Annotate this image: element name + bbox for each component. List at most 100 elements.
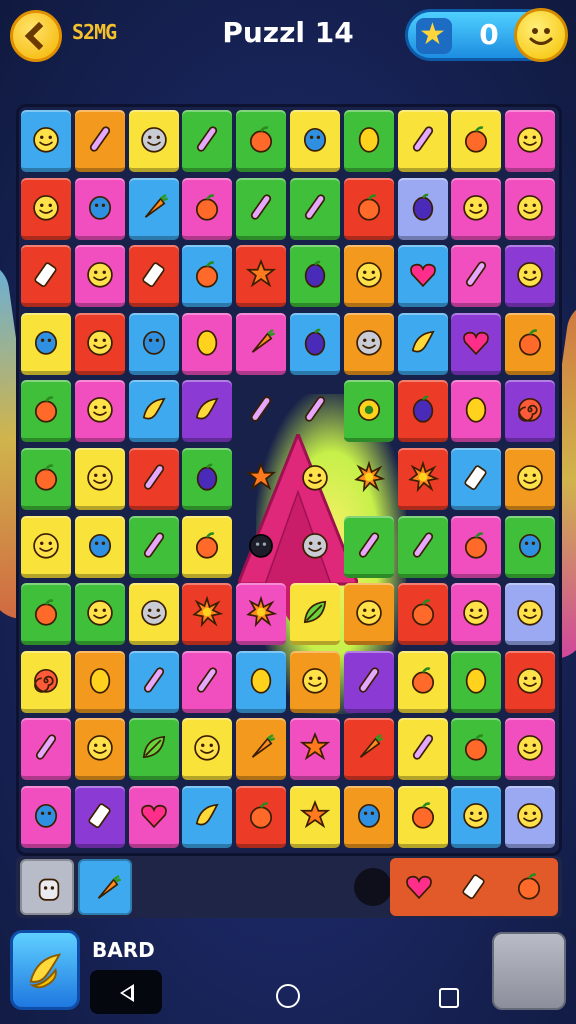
game-tile[interactable] <box>128 110 179 172</box>
game-tile[interactable] <box>74 177 125 240</box>
game-tile[interactable] <box>74 786 125 848</box>
game-tile[interactable] <box>451 380 502 443</box>
game-tile[interactable] <box>397 583 448 646</box>
nav-home-button[interactable] <box>276 984 300 1008</box>
game-tile[interactable] <box>451 786 502 848</box>
game-tile[interactable] <box>343 177 394 240</box>
game-tile[interactable] <box>74 312 125 375</box>
game-tile[interactable] <box>236 786 287 848</box>
game-tile[interactable] <box>21 718 71 781</box>
game-tile[interactable] <box>182 380 233 443</box>
game-tile[interactable] <box>74 380 125 443</box>
game-tile[interactable] <box>343 312 394 375</box>
game-tile[interactable] <box>505 380 556 443</box>
game-tile[interactable] <box>397 245 448 308</box>
game-tile[interactable] <box>451 448 502 510</box>
game-tile[interactable] <box>128 177 179 240</box>
game-tile[interactable] <box>21 312 71 375</box>
game-tile[interactable] <box>236 516 286 578</box>
game-tile[interactable] <box>182 448 233 510</box>
game-tile[interactable] <box>182 515 233 578</box>
game-tile[interactable] <box>505 515 556 578</box>
game-tile[interactable] <box>21 650 71 713</box>
game-tile[interactable] <box>397 718 448 781</box>
game-tile[interactable] <box>505 110 556 172</box>
game-tile[interactable] <box>182 245 233 308</box>
game-tile[interactable] <box>343 110 394 172</box>
game-tile[interactable] <box>343 515 394 578</box>
game-tile[interactable] <box>21 583 71 646</box>
game-tile[interactable] <box>182 718 233 781</box>
game-tile[interactable] <box>128 312 179 375</box>
game-tile[interactable] <box>451 650 502 713</box>
game-tile[interactable] <box>236 380 286 442</box>
game-tile[interactable] <box>128 583 179 646</box>
game-tile[interactable] <box>21 380 71 443</box>
game-tile[interactable] <box>21 786 71 848</box>
tray-slot[interactable] <box>502 859 556 915</box>
game-tile[interactable] <box>74 515 125 578</box>
game-tile[interactable] <box>236 448 286 510</box>
game-tile[interactable] <box>236 177 287 240</box>
game-tile[interactable] <box>74 110 125 172</box>
game-tile[interactable] <box>290 245 340 308</box>
game-tile[interactable] <box>343 786 394 848</box>
game-tile[interactable] <box>505 177 556 240</box>
game-tile[interactable] <box>290 448 340 510</box>
game-tile[interactable] <box>397 515 448 578</box>
game-tile[interactable] <box>236 110 287 172</box>
game-tile[interactable] <box>343 380 394 443</box>
game-tile[interactable] <box>74 448 125 510</box>
game-tile[interactable] <box>236 718 287 781</box>
game-tile[interactable] <box>397 312 448 375</box>
game-tile[interactable] <box>451 245 502 308</box>
game-tile[interactable] <box>290 380 340 442</box>
game-tile[interactable] <box>128 448 179 510</box>
game-tile[interactable] <box>236 583 287 646</box>
game-tile[interactable] <box>74 583 125 646</box>
game-tile[interactable] <box>505 312 556 375</box>
game-tile[interactable] <box>451 718 502 781</box>
nav-back-button[interactable] <box>90 970 162 1014</box>
game-tile[interactable] <box>128 718 179 781</box>
game-tile[interactable] <box>74 650 125 713</box>
game-tile[interactable] <box>182 650 233 713</box>
game-tile[interactable] <box>397 110 448 172</box>
game-tile[interactable] <box>343 718 394 781</box>
tray-slot[interactable] <box>20 859 74 915</box>
game-tile[interactable] <box>21 448 71 510</box>
game-tile[interactable] <box>128 650 179 713</box>
game-tile[interactable] <box>290 177 340 240</box>
game-tile[interactable] <box>397 448 448 510</box>
smiley-coin-icon[interactable] <box>514 8 568 62</box>
game-tile[interactable] <box>290 516 340 578</box>
tray-slot[interactable] <box>447 859 501 915</box>
game-tile[interactable] <box>397 177 448 240</box>
game-tile[interactable] <box>74 245 125 308</box>
game-tile[interactable] <box>290 583 340 646</box>
game-tile[interactable] <box>343 650 394 713</box>
game-tile[interactable] <box>21 515 71 578</box>
tray-slot[interactable] <box>78 859 132 915</box>
game-tile[interactable] <box>236 245 287 308</box>
game-tile[interactable] <box>21 245 71 308</box>
game-tile[interactable] <box>182 583 233 646</box>
game-tile[interactable] <box>505 245 556 308</box>
game-tile[interactable] <box>343 583 394 646</box>
game-tile[interactable] <box>290 718 340 781</box>
nav-recents-button[interactable] <box>439 988 459 1008</box>
game-tile[interactable] <box>236 312 287 375</box>
game-tile[interactable] <box>451 583 502 646</box>
game-tile[interactable] <box>182 786 233 848</box>
game-tile[interactable] <box>128 380 179 443</box>
game-tile[interactable] <box>290 312 340 375</box>
game-tile[interactable] <box>290 110 340 172</box>
game-tile[interactable] <box>128 515 179 578</box>
game-tile[interactable] <box>451 177 502 240</box>
game-tile[interactable] <box>451 312 502 375</box>
tray-slot[interactable] <box>392 859 446 915</box>
game-tile[interactable] <box>128 786 179 848</box>
game-tile[interactable] <box>128 245 179 308</box>
game-tile[interactable] <box>505 718 556 781</box>
game-tile[interactable] <box>505 448 556 510</box>
